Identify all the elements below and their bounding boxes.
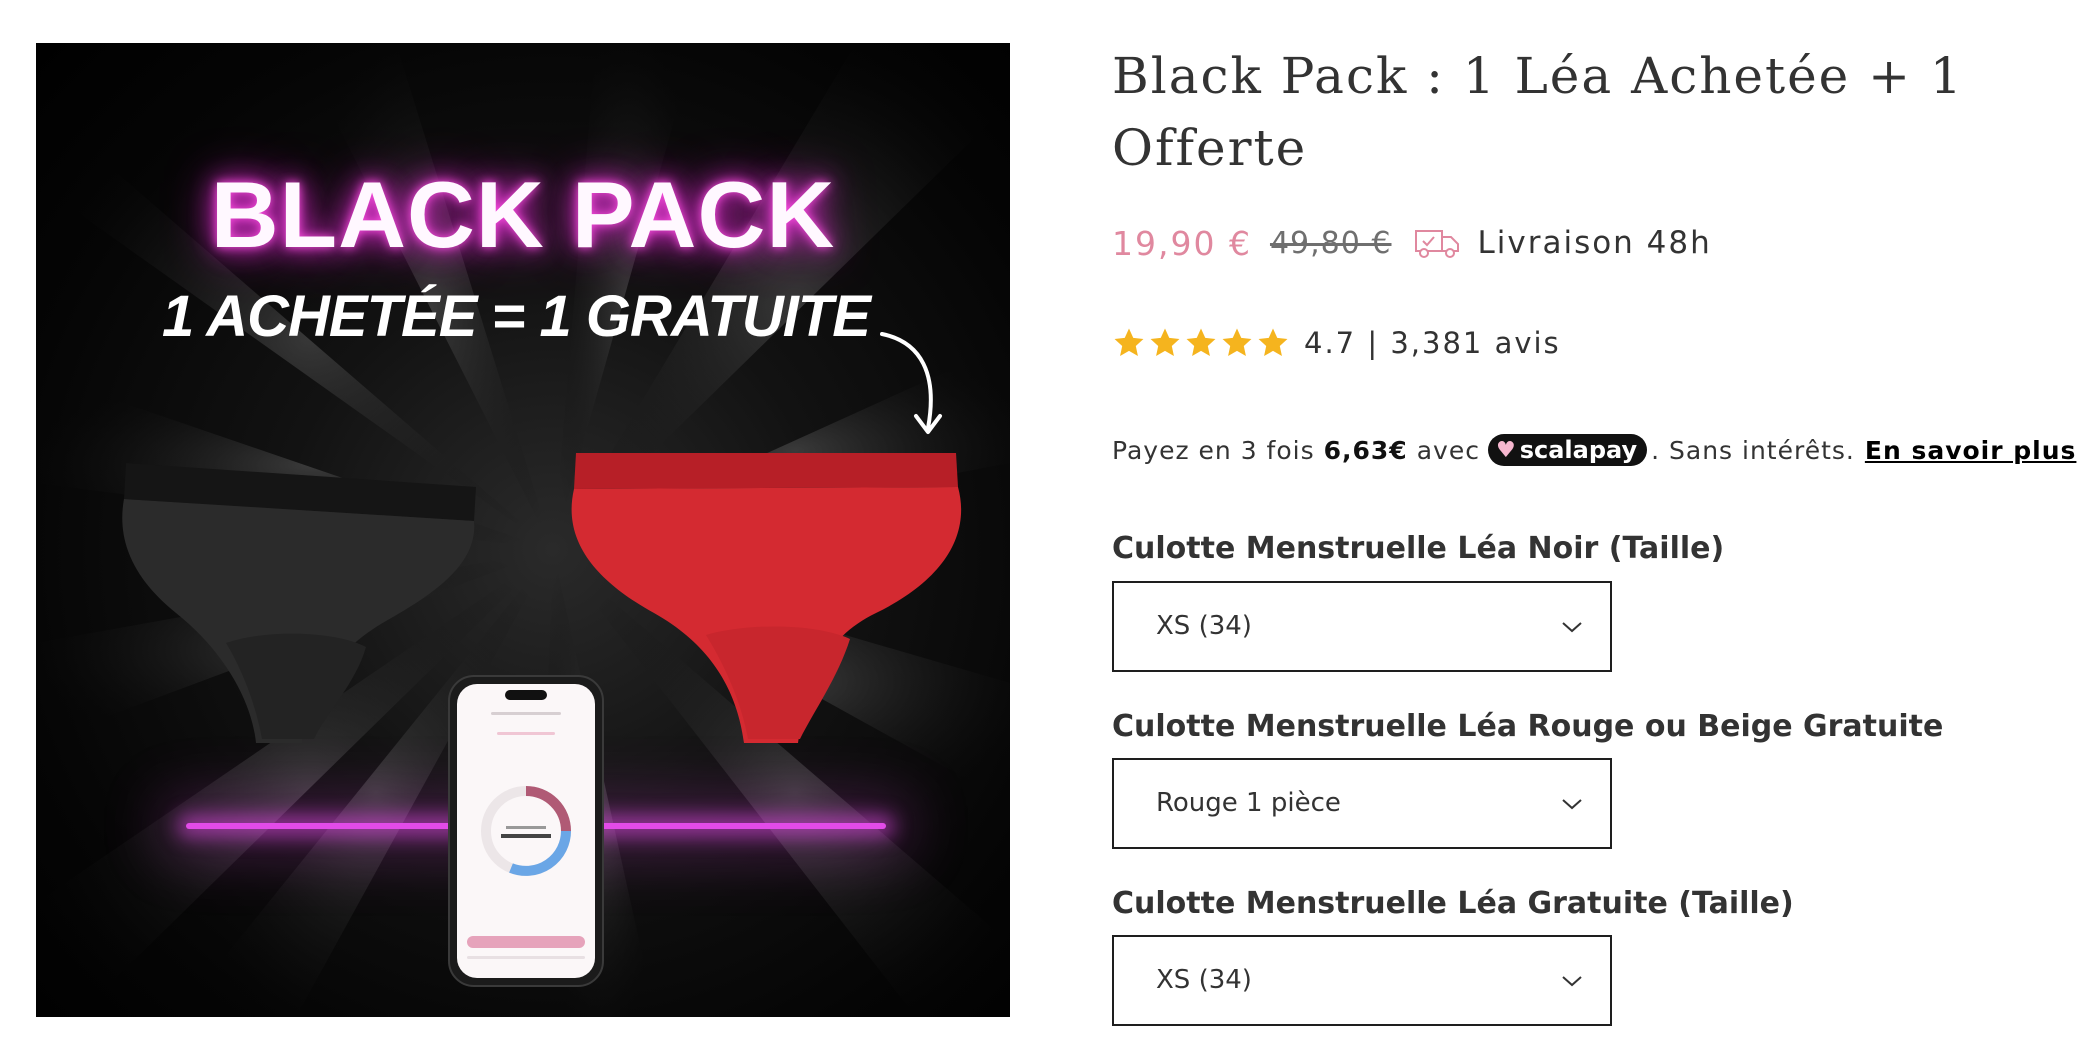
product-title: Black Pack : 1 Léa Achetée + 1 Offerte	[1112, 47, 1964, 177]
installment-amount: 6,63€	[1323, 435, 1408, 465]
phone-notch	[505, 690, 547, 700]
chevron-down-icon	[1562, 976, 1582, 987]
compare-at-price: 49,80 €	[1269, 225, 1392, 261]
truck-icon	[1415, 230, 1460, 258]
phone-mockup	[448, 675, 604, 987]
installment-info: Payez en 3 fois 6,63€ avec ♥ scalapay . …	[1112, 430, 2076, 470]
chevron-down-icon	[1562, 799, 1582, 810]
rating-text: 4.7 | 3,381 avis	[1304, 326, 1561, 360]
star-icon	[1150, 328, 1180, 357]
installment-suffix: . Sans intérêts.	[1651, 435, 1855, 465]
cycle-ring-icon	[481, 786, 571, 876]
black-brief	[122, 463, 476, 743]
phone-screen	[457, 684, 595, 978]
black-size-select[interactable]: XS (34)	[1112, 581, 1612, 672]
select-value: XS (34)	[1156, 965, 1252, 995]
chevron-down-icon	[1562, 622, 1582, 633]
variant-label-free-size: Culotte Menstruelle Léa Gratuite (Taille…	[1112, 886, 1794, 921]
delivery-text: Livraison 48h	[1477, 225, 1712, 261]
heart-icon: ♥	[1495, 437, 1516, 463]
hero-offer: 1 ACHETÉE = 1 GRATUITE	[162, 284, 871, 349]
rating-row[interactable]: 4.7 | 3,381 avis	[1112, 322, 1561, 364]
star-icon	[1222, 328, 1252, 357]
star-icon	[1258, 328, 1288, 357]
product-image[interactable]: BLACK PACK 1 ACHETÉE = 1 GRATUITE	[36, 43, 1010, 1017]
star-icon	[1114, 328, 1144, 357]
variant-label-free-color: Culotte Menstruelle Léa Rouge ou Beige G…	[1112, 709, 1944, 744]
variant-label-black-size: Culotte Menstruelle Léa Noir (Taille)	[1112, 531, 1725, 566]
scalapay-label: scalapay	[1519, 436, 1638, 464]
curved-arrow-icon	[880, 332, 942, 434]
phone-cta	[467, 936, 585, 948]
sale-price: 19,90 €	[1112, 223, 1252, 263]
hero-headline: BLACK PACK	[210, 162, 836, 267]
select-value: XS (34)	[1156, 611, 1252, 641]
red-brief	[571, 453, 962, 743]
free-color-select[interactable]: Rouge 1 pièce	[1112, 758, 1612, 849]
installment-with: avec	[1416, 435, 1480, 465]
scalapay-logo: ♥ scalapay	[1487, 434, 1648, 466]
price-row: 19,90 € 49,80 € Livraison 48h	[1112, 220, 1712, 266]
star-icon	[1186, 328, 1216, 357]
select-value: Rouge 1 pièce	[1156, 788, 1341, 818]
installment-prefix: Payez en 3 fois	[1112, 435, 1315, 465]
learn-more-link[interactable]: En savoir plus	[1865, 436, 2077, 465]
free-size-select[interactable]: XS (34)	[1112, 935, 1612, 1026]
